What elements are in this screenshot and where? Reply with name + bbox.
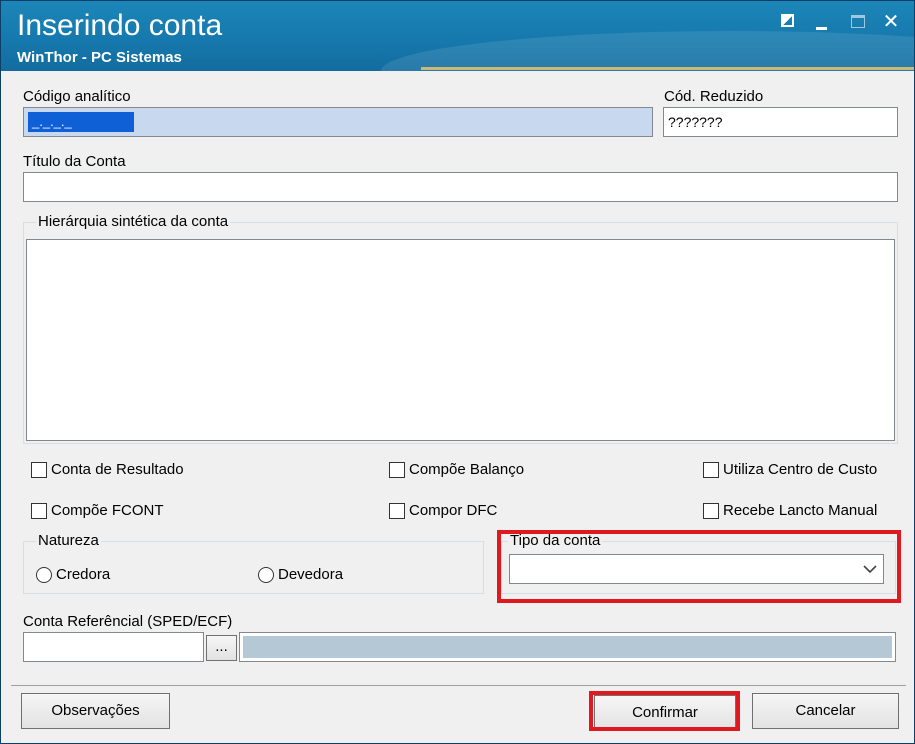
- hierarquia-group: Hierárquia sintética da conta: [23, 213, 898, 444]
- credora-label: Credora: [56, 566, 111, 583]
- devedora-radio-circle[interactable]: [258, 566, 274, 583]
- compor-dfc-checkbox-box[interactable]: [389, 502, 405, 519]
- compoe-balanco-label: Compõe Balanço: [409, 461, 525, 478]
- utiliza-centro-custo-checkbox-box[interactable]: [703, 461, 719, 478]
- window-title: Inserindo conta: [17, 9, 223, 42]
- credora-radio-circle[interactable]: [36, 566, 52, 583]
- compoe-balanco-checkbox[interactable]: Compõe Balanço: [389, 461, 524, 478]
- conta-resultado-checkbox[interactable]: Conta de Resultado: [31, 461, 184, 478]
- window-subtitle: WinThor - PC Sistemas: [17, 49, 182, 66]
- conta-resultado-checkbox-box[interactable]: [31, 461, 47, 478]
- conta-referencial-label: Conta Referêncial (SPED/ECF): [23, 613, 233, 630]
- titulo-conta-input[interactable]: [23, 172, 898, 202]
- title-bar-accent-line: [421, 67, 914, 70]
- utiliza-centro-custo-label: Utiliza Centro de Custo: [723, 461, 878, 478]
- compoe-fcont-checkbox[interactable]: Compõe FCONT: [31, 502, 164, 519]
- conta-referencial-browse-button[interactable]: ...: [206, 635, 237, 661]
- title-bar-decoration: [381, 31, 914, 71]
- natureza-group: Natureza Credora Devedora: [23, 532, 484, 594]
- compor-dfc-checkbox[interactable]: Compor DFC: [389, 502, 497, 519]
- tipo-conta-highlight: [497, 530, 901, 603]
- recebe-lancto-manual-checkbox[interactable]: Recebe Lancto Manual: [703, 502, 877, 519]
- cancelar-label: Cancelar: [795, 702, 856, 719]
- title-bar[interactable]: Inserindo conta WinThor - PC Sistemas ✕: [1, 1, 914, 71]
- titulo-conta-label: Título da Conta: [23, 153, 126, 170]
- codigo-analitico-label: Código analítico: [23, 88, 131, 105]
- restore-icon[interactable]: [778, 11, 800, 33]
- conta-resultado-label: Conta de Resultado: [51, 461, 184, 478]
- hierarquia-text-area[interactable]: [26, 239, 895, 441]
- conta-referencial-description: [243, 636, 892, 658]
- devedora-label: Devedora: [278, 566, 344, 583]
- dialog-window: Inserindo conta WinThor - PC Sistemas ✕ …: [0, 0, 915, 744]
- utiliza-centro-custo-checkbox[interactable]: Utiliza Centro de Custo: [703, 461, 877, 478]
- close-icon[interactable]: ✕: [880, 11, 902, 33]
- observacoes-label: Observações: [51, 702, 140, 719]
- cancelar-button[interactable]: Cancelar: [752, 693, 899, 729]
- conta-referencial-input[interactable]: [23, 632, 204, 662]
- compoe-fcont-checkbox-box[interactable]: [31, 502, 47, 519]
- footer-separator: [11, 685, 906, 686]
- recebe-lancto-manual-checkbox-box[interactable]: [703, 502, 719, 519]
- observacoes-button[interactable]: Observações: [21, 693, 170, 729]
- cod-reduzido-label: Cód. Reduzido: [664, 88, 764, 105]
- cod-reduzido-input[interactable]: ???????: [663, 107, 898, 137]
- maximize-icon[interactable]: [847, 11, 869, 33]
- minimize-icon[interactable]: [811, 11, 833, 33]
- hierarquia-label: Hierárquia sintética da conta: [36, 213, 231, 230]
- natureza-label: Natureza: [36, 532, 101, 549]
- credora-radio[interactable]: Credora: [36, 566, 110, 583]
- compor-dfc-label: Compor DFC: [409, 502, 498, 519]
- conta-referencial-description-frame: [239, 632, 896, 662]
- recebe-lancto-manual-label: Recebe Lancto Manual: [723, 502, 878, 519]
- compoe-fcont-label: Compõe FCONT: [51, 502, 164, 519]
- compoe-balanco-checkbox-box[interactable]: [389, 461, 405, 478]
- devedora-radio[interactable]: Devedora: [258, 566, 343, 583]
- confirmar-highlight: [589, 691, 740, 731]
- codigo-analitico-value: _._._._: [28, 112, 134, 132]
- codigo-analitico-input[interactable]: _._._._: [23, 107, 653, 137]
